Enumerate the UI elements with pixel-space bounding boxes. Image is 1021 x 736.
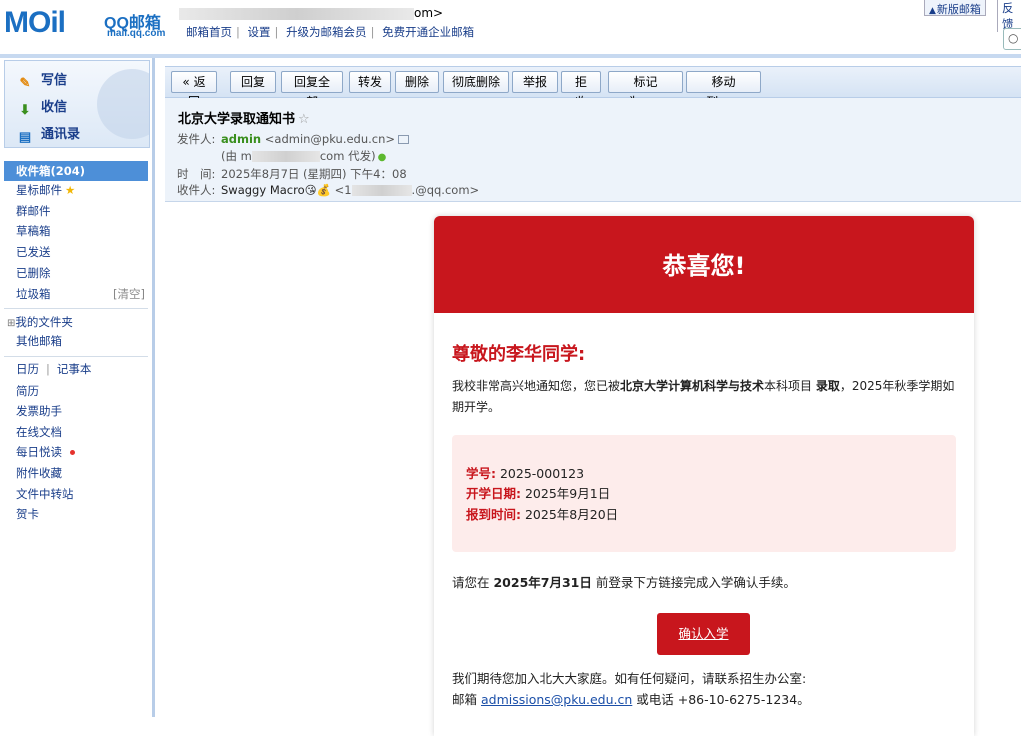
nav-mail-home[interactable]: 邮箱首页 (186, 25, 232, 39)
penguin-decoration (97, 69, 149, 139)
to-row: 收件人: Swaggy Macro😘💰 <1 .@qq.com> (177, 183, 480, 197)
other-mailboxes[interactable]: 其他邮箱 (4, 331, 148, 351)
tool-resume[interactable]: 简历 (4, 381, 148, 401)
tool-attachments[interactable]: 附件收藏 (4, 463, 148, 483)
unread-dot-icon (70, 450, 75, 455)
compose-button[interactable]: ✎ 写信 (17, 69, 67, 91)
tool-invoice[interactable]: 发票助手 (4, 401, 148, 421)
reply-all-button[interactable]: 回复全部 (281, 71, 343, 109)
tools-row-calendar: 日历 | 记事本 (16, 362, 92, 376)
sender-address: <admin@pku.edu.cn> (264, 132, 396, 146)
redacted-recipient (351, 185, 412, 196)
tool-online-docs[interactable]: 在线文档 (4, 422, 148, 442)
top-bar: MOil QQ邮箱 mail.qq.com om> 邮箱首页 | 设置 | 升级为邮… (0, 0, 1021, 56)
redacted-via (251, 151, 320, 162)
logo-moil-text: MOil (4, 6, 66, 39)
sidebar-actions: ✎ 写信 ⬇ 收信 ▤ 通讯录 (4, 60, 150, 148)
verified-check-icon: ● (377, 152, 387, 163)
mail-subject: 北京大学录取通知书 ☆ (178, 112, 310, 127)
tool-file-transfer[interactable]: 文件中转站 (4, 484, 148, 504)
account-address: om> (179, 6, 443, 20)
folder-deleted[interactable]: 已删除 (4, 263, 148, 283)
my-folders[interactable]: ⊞我的文件夹 (4, 312, 148, 332)
nav-enterprise-mail[interactable]: 免费开通企业邮箱 (382, 25, 474, 39)
delete-button[interactable]: 删除 (395, 71, 439, 93)
contact-card-icon[interactable] (398, 135, 410, 144)
time-row: 时 间: 2025年8月7日 (星期四) 下午4：08 (177, 167, 407, 181)
deadline-paragraph: 请您在 2025年7月31日 前登录下方链接完成入学确认手续。 (452, 575, 796, 590)
sidebar-divider (4, 356, 148, 357)
new-version-link[interactable]: ▲新版邮箱 (924, 0, 986, 16)
qq-mail-logo[interactable]: MOil QQ邮箱 mail.qq.com (4, 6, 174, 42)
notes-link[interactable]: 记事本 (57, 362, 92, 376)
star-icon: ★ (65, 183, 76, 197)
sender-name[interactable]: admin (221, 132, 261, 146)
forward-button[interactable]: 转发 (349, 71, 391, 93)
tool-daily-reading[interactable]: 每日悦读 (4, 442, 148, 462)
folder-spam[interactable]: 垃圾箱 [清空] (4, 284, 148, 304)
pencil-icon: ✎ (19, 75, 31, 90)
reject-button[interactable]: 拒收 (561, 71, 601, 109)
sidebar: ✎ 写信 ⬇ 收信 ▤ 通讯录 收件箱(204) 星标邮件 ★ 群邮件 草稿箱 已发送 … (0, 58, 155, 717)
top-nav: 邮箱首页 | 设置 | 升级为邮箱会员 | 免费开通企业邮箱 (186, 25, 475, 39)
inbox-download-icon: ⬇ (19, 102, 31, 117)
folder-sent[interactable]: 已发送 (4, 242, 148, 262)
search-icon: ○ (1008, 31, 1019, 45)
from-row: 发件人: admin <admin@pku.edu.cn> (177, 131, 410, 147)
admission-paragraph: 我校非常高兴地通知您，您已被北京大学计算机科学与技术本科项目 录取，2025年秋… (452, 379, 955, 414)
mark-as-dropdown[interactable]: 标记为...▼ (608, 71, 683, 109)
nav-upgrade-member[interactable]: 升级为邮箱会员 (286, 25, 367, 39)
confirm-enrollment-button[interactable]: 确认入学 (657, 613, 750, 655)
nav-settings[interactable]: 设置 (248, 25, 271, 39)
email-body-card: 恭喜您! 尊敬的李华同学: 我校非常高兴地通知您，您已被北京大学计算机科学与技术… (434, 216, 974, 736)
info-box: 学号: 2025-000123 开学日期: 2025年9月1日 报到时间: 20… (452, 435, 956, 552)
logo-domain-text: mail.qq.com (107, 28, 166, 39)
mail-toolbar: « 返回 回复 回复全部 转发 删除 彻底删除 举报 拒收 标记为...▼ 移动… (165, 66, 1021, 109)
move-to-dropdown[interactable]: 移动到...▼ (686, 71, 761, 109)
admissions-email-link[interactable]: admissions@pku.edu.cn (481, 692, 632, 707)
back-button[interactable]: « 返回 (171, 71, 217, 109)
search-input[interactable]: ○ (1003, 28, 1021, 50)
star-outline-icon[interactable]: ☆ (298, 112, 310, 127)
folder-group[interactable]: 群邮件 (4, 201, 148, 221)
mail-header: 北京大学录取通知书 ☆ 发件人: admin <admin@pku.edu.cn> … (165, 98, 1021, 202)
mail-time: 2025年8月7日 (星期四) 下午4：08 (221, 167, 407, 181)
via-row: (由 m com 代发) ● (221, 149, 387, 163)
contacts-button[interactable]: ▤ 通讯录 (17, 123, 80, 145)
receive-button[interactable]: ⬇ 收信 (17, 96, 67, 118)
folder-inbox[interactable]: 收件箱(204) (4, 161, 148, 181)
emoji-icon: 😘💰 (304, 183, 331, 197)
info-row: 学号: 2025-000123 (466, 466, 585, 481)
congrats-banner: 恭喜您! (434, 216, 974, 313)
info-row: 报到时间: 2025年8月20日 (466, 507, 619, 522)
empty-spam-link[interactable]: [清空] (113, 284, 145, 304)
folder-drafts[interactable]: 草稿箱 (4, 221, 148, 241)
calendar-link[interactable]: 日历 (16, 362, 39, 376)
contacts-icon: ▤ (18, 129, 32, 144)
account-redacted (179, 7, 414, 20)
report-button[interactable]: 举报 (512, 71, 558, 93)
reply-button[interactable]: 回复 (230, 71, 276, 93)
sidebar-divider (4, 308, 148, 309)
recipient-name[interactable]: Swaggy Macro (221, 183, 305, 197)
info-row: 开学日期: 2025年9月1日 (466, 486, 611, 501)
folder-starred[interactable]: 星标邮件 ★ (4, 180, 148, 200)
up-arrow-icon: ▲ (929, 6, 936, 16)
delete-permanently-button[interactable]: 彻底删除 (443, 71, 509, 93)
greeting: 尊敬的李华同学: (452, 344, 586, 365)
contact-paragraph: 我们期待您加入北大大家庭。如有任何疑问，请联系招生办公室: 邮箱 admissi… (452, 671, 810, 707)
tool-greeting-card[interactable]: 贺卡 (4, 504, 148, 524)
